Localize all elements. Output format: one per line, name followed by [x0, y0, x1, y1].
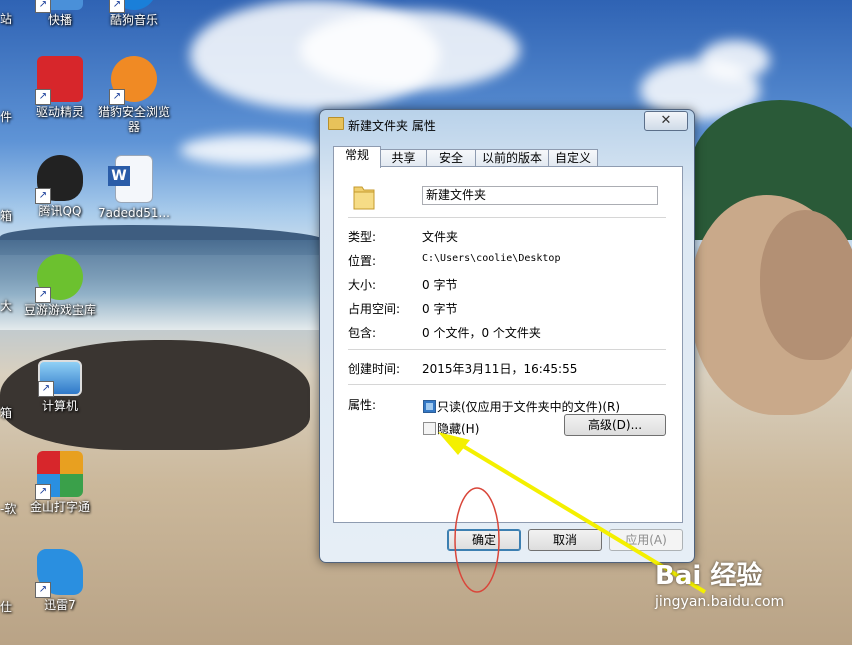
edge-icon-label[interactable]: 站: [0, 10, 12, 27]
desktop-icon-qvod[interactable]: ↗ 快播: [22, 0, 98, 28]
desktop-icon-jinshan-typing[interactable]: ↗ 金山打字通: [22, 451, 98, 515]
divider: [348, 217, 666, 218]
folder-name-input[interactable]: [422, 186, 658, 205]
location-value: C:\Users\coolie\Desktop: [422, 253, 561, 264]
tab-label: 常规: [344, 148, 369, 162]
computer-icon: ↗: [38, 360, 82, 397]
contains-label: 包含:: [348, 326, 377, 340]
folder-icon: [328, 117, 344, 130]
hidden-label[interactable]: 隐藏(H): [437, 420, 479, 437]
desktop-icon-liebao-browser[interactable]: ↗ 猎豹安全浏览器: [96, 56, 172, 135]
disk-size-label: 占用空间:: [348, 302, 401, 316]
douyou-icon: ↗: [35, 254, 83, 303]
size-value: 0 字节: [422, 278, 458, 292]
size-label: 大小:: [348, 278, 377, 292]
close-icon: ✕: [660, 113, 672, 128]
location-label: 位置:: [348, 254, 377, 268]
readonly-label[interactable]: 只读(仅应用于文件夹中的文件)(R): [437, 398, 620, 415]
created-label: 创建时间:: [348, 362, 401, 376]
general-tab-panel: 类型: 文件夹 位置: C:\Users\coolie\Desktop 大小: …: [333, 166, 683, 523]
desktop-icon-label: 腾讯QQ: [38, 204, 82, 218]
tab-label: 自定义: [554, 151, 591, 165]
desktop-icon-qq[interactable]: ↗ 腾讯QQ: [22, 155, 98, 219]
xunlei-icon: ↗: [35, 549, 83, 598]
advanced-button-label: 高级(D)...: [587, 418, 643, 432]
tab-sharing[interactable]: 共享: [380, 149, 427, 167]
apply-button-label: 应用(A): [625, 533, 667, 547]
tab-label: 共享: [391, 151, 416, 165]
desktop-icon-douyou[interactable]: ↗ 豆游游戏宝库: [22, 254, 98, 318]
close-button[interactable]: ✕: [644, 111, 688, 131]
desktop-icon-label: 驱动精灵: [35, 105, 84, 119]
watermark-url: jingyan.baidu.com: [655, 594, 785, 610]
driver-genius-icon: ↗: [35, 56, 83, 105]
tab-customize[interactable]: 自定义: [548, 149, 598, 167]
created-value: 2015年3月11日，16:45:55: [422, 362, 578, 376]
desktop-icon-computer[interactable]: ↗ 计算机: [22, 352, 98, 414]
desktop-icon-driver-genius[interactable]: ↗ 驱动精灵: [22, 56, 98, 120]
desktop-icon-label: 快播: [47, 13, 72, 27]
qq-icon: ↗: [35, 155, 83, 204]
desktop-icon-xunlei[interactable]: ↗ 迅雷7: [22, 549, 98, 613]
tab-label: 安全: [438, 151, 463, 165]
edge-icon-label[interactable]: 箱: [0, 207, 12, 224]
edge-icon-label[interactable]: -软: [0, 500, 16, 517]
baidu-jingyan-watermark: Bai 经验 jingyan.baidu.com: [655, 555, 784, 610]
desktop-icon-label: 猎豹安全浏览器: [97, 105, 170, 134]
tab-general[interactable]: 常规: [333, 146, 381, 168]
folder-icon: [353, 186, 375, 210]
type-value: 文件夹: [422, 230, 459, 244]
dialog-title: 新建文件夹 属性: [348, 119, 436, 133]
tab-security[interactable]: 安全: [426, 149, 476, 167]
advanced-button[interactable]: 高级(D)...: [564, 414, 666, 436]
tab-previous-versions[interactable]: 以前的版本: [475, 149, 549, 167]
desktop-icon-label: 计算机: [41, 399, 78, 413]
ok-button-label: 确定: [471, 533, 496, 547]
desktop-icon-label: 迅雷7: [44, 598, 76, 612]
jinshan-typing-icon: ↗: [35, 451, 83, 500]
divider: [348, 384, 666, 385]
desktop-icon-label: 7adedd51...: [98, 206, 170, 220]
desktop-icon-label: 金山打字通: [29, 500, 90, 514]
qvod-icon: ↗: [35, 0, 83, 13]
readonly-checkbox[interactable]: [423, 400, 436, 413]
edge-icon-label[interactable]: 大: [0, 297, 12, 314]
edge-icon-label[interactable]: 件: [0, 108, 12, 125]
disk-size-value: 0 字节: [422, 302, 458, 316]
tab-label: 以前的版本: [481, 151, 542, 165]
cancel-button-label: 取消: [552, 533, 577, 547]
desktop-icon-label: 酷狗音乐: [109, 13, 158, 27]
cancel-button[interactable]: 取消: [528, 529, 602, 551]
hidden-checkbox[interactable]: [423, 422, 436, 435]
edge-icon-label[interactable]: 箱: [0, 404, 12, 421]
watermark-brand: Bai 经验: [655, 561, 763, 591]
dialog-titlebar[interactable]: 新建文件夹 属性 ✕: [320, 110, 694, 138]
type-label: 类型:: [348, 230, 377, 244]
folder-properties-dialog: 新建文件夹 属性 ✕ 常规 共享 安全 以前的版本 自定义 类型: 文件夹 位置…: [319, 109, 695, 563]
kugou-icon: ↗: [109, 0, 157, 13]
word-document-icon: W: [108, 155, 153, 203]
liebao-browser-icon: ↗: [109, 56, 157, 105]
attributes-label: 属性:: [348, 398, 377, 412]
desktop-icon-label: 豆游游戏宝库: [23, 303, 96, 317]
contains-value: 0 个文件，0 个文件夹: [422, 326, 541, 340]
divider: [348, 349, 666, 350]
desktop-icon-word-document[interactable]: W 7adedd51...: [96, 155, 172, 221]
edge-icon-label[interactable]: 仕: [0, 598, 12, 615]
ok-button[interactable]: 确定: [447, 529, 521, 551]
apply-button[interactable]: 应用(A): [609, 529, 683, 551]
desktop-icon-kugou[interactable]: ↗ 酷狗音乐: [96, 0, 172, 28]
